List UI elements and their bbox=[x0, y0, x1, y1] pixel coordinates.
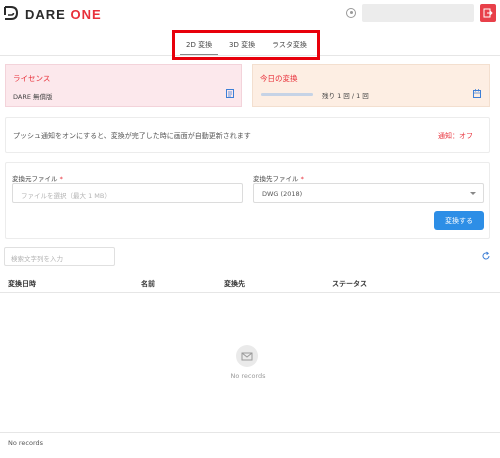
empty-box-icon bbox=[241, 352, 253, 361]
tabs-highlight-annotation bbox=[172, 30, 320, 60]
empty-records-text: No records bbox=[230, 372, 266, 380]
target-format-select[interactable]: DWG (2018) bbox=[253, 183, 484, 203]
column-header-date[interactable]: 変換日時 bbox=[8, 279, 36, 289]
target-format-value: DWG (2018) bbox=[262, 190, 303, 198]
convert-button[interactable]: 変換する bbox=[434, 211, 484, 230]
license-title: ライセンス bbox=[13, 74, 51, 83]
user-avatar-icon[interactable] bbox=[346, 8, 356, 18]
license-value: DARE 無償版 bbox=[13, 93, 53, 101]
logo-suffix: ONE bbox=[70, 7, 102, 22]
logo-word: DARE bbox=[25, 7, 66, 22]
logout-button[interactable] bbox=[480, 4, 496, 22]
required-mark: * bbox=[300, 175, 304, 183]
username-display[interactable] bbox=[362, 4, 474, 22]
target-file-label: 変換先ファイル * bbox=[253, 173, 304, 183]
source-file-input[interactable]: ファイルを選択（最大 1 MB） bbox=[12, 183, 243, 203]
document-icon[interactable] bbox=[226, 89, 234, 98]
app-logo-text: DARE ONE bbox=[25, 7, 102, 22]
footer-record-count: No records bbox=[8, 439, 44, 447]
dare-logo-icon bbox=[4, 6, 19, 20]
push-notification-panel: プッシュ通知をオンにすると、変換が完了した時に画面が自動更新されます 通知：オフ bbox=[5, 117, 490, 153]
required-mark: * bbox=[59, 175, 63, 183]
conversion-form: 変換元ファイル * ファイルを選択（最大 1 MB） 変換先ファイル * DWG… bbox=[5, 162, 490, 239]
target-label-text: 変換先ファイル bbox=[253, 175, 299, 183]
license-card: ライセンス DARE 無償版 bbox=[5, 64, 242, 107]
chevron-down-icon bbox=[470, 192, 476, 195]
push-description: プッシュ通知をオンにすると、変換が完了した時に画面が自動更新されます bbox=[13, 132, 251, 140]
usage-progress-bar bbox=[261, 93, 313, 96]
logout-icon bbox=[483, 8, 493, 18]
column-header-status[interactable]: ステータス bbox=[332, 279, 367, 289]
search-input[interactable]: 検索文字列を入力 bbox=[4, 247, 115, 266]
calendar-icon[interactable] bbox=[473, 89, 481, 98]
column-header-name[interactable]: 名前 bbox=[141, 279, 155, 289]
remaining-count: 残り 1 回 / 1 回 bbox=[322, 92, 369, 100]
usage-progress-fill bbox=[261, 93, 313, 96]
source-label-text: 変換元ファイル bbox=[12, 175, 58, 183]
empty-records-icon bbox=[236, 345, 258, 367]
refresh-icon[interactable] bbox=[481, 251, 491, 261]
today-title: 今日の変換 bbox=[260, 74, 298, 83]
notification-toggle[interactable]: 通知：オフ bbox=[438, 131, 473, 141]
app-header: DARE ONE bbox=[0, 0, 500, 28]
column-header-target[interactable]: 変換先 bbox=[224, 279, 245, 289]
today-conversion-card: 今日の変換 残り 1 回 / 1 回 bbox=[252, 64, 490, 107]
footer-divider bbox=[0, 432, 500, 433]
history-table-header: 変換日時 名前 変換先 ステータス bbox=[0, 274, 500, 293]
source-file-label: 変換元ファイル * bbox=[12, 173, 63, 183]
